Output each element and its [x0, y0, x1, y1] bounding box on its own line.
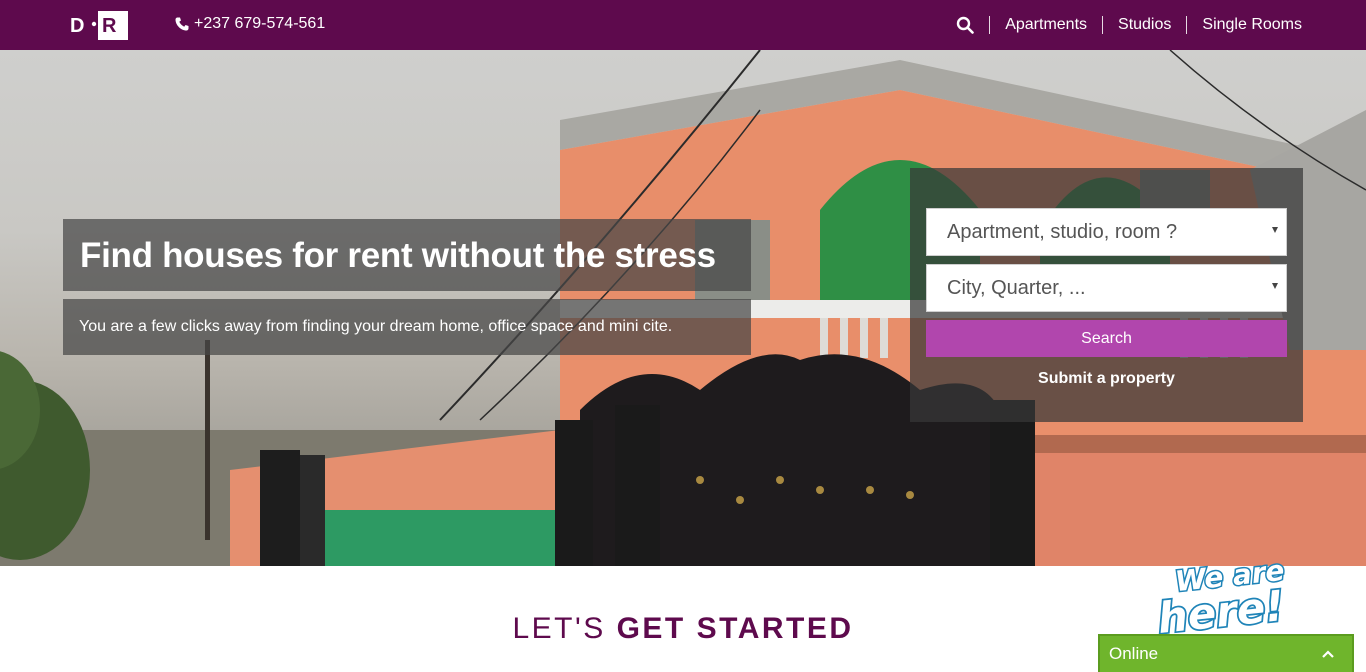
nav-single-rooms[interactable]: Single Rooms — [1186, 16, 1302, 34]
hero-subtext: You are a few clicks away from finding y… — [63, 299, 751, 355]
property-type-value: Apartment, studio, room ? — [947, 221, 1178, 243]
svg-text:R: R — [102, 15, 117, 37]
search-panel: Apartment, studio, room ? City, Quarter,… — [910, 168, 1303, 422]
logo[interactable]: D R — [69, 11, 128, 40]
caret-down-icon — [1272, 227, 1278, 233]
hero-headline: Find houses for rent without the stress — [63, 219, 751, 291]
phone-icon — [175, 17, 189, 31]
location-select[interactable]: City, Quarter, ... — [926, 264, 1287, 312]
main-nav: Apartments Studios Single Rooms — [956, 0, 1302, 50]
chevron-up-icon[interactable] — [1322, 650, 1334, 658]
chat-bar[interactable]: Online — [1098, 634, 1354, 672]
phone-contact[interactable]: +237 679-574-561 — [174, 15, 325, 33]
search-icon[interactable] — [956, 16, 975, 34]
property-type-select[interactable]: Apartment, studio, room ? — [926, 208, 1287, 256]
section-title-bold: GET STARTED — [616, 612, 854, 645]
nav-studios[interactable]: Studios — [1102, 16, 1186, 34]
caret-down-icon — [1272, 283, 1278, 289]
submit-property-link[interactable]: Submit a property — [910, 370, 1303, 388]
nav-apartments[interactable]: Apartments — [989, 16, 1102, 34]
chat-status: Online — [1109, 644, 1159, 663]
search-button[interactable]: Search — [926, 320, 1287, 357]
phone-number: +237 679-574-561 — [194, 15, 326, 32]
svg-text:here!: here! — [1155, 581, 1286, 634]
section-title-light: LET'S — [512, 612, 606, 645]
hero-banner: Find houses for rent without the stress … — [0, 50, 1366, 566]
svg-text:D: D — [70, 15, 84, 37]
we-are-here-badge[interactable]: We are here! — [1150, 556, 1300, 634]
top-navbar: D R +237 679-574-561 Apartments Studios … — [0, 0, 1366, 50]
location-value: City, Quarter, ... — [947, 277, 1086, 299]
